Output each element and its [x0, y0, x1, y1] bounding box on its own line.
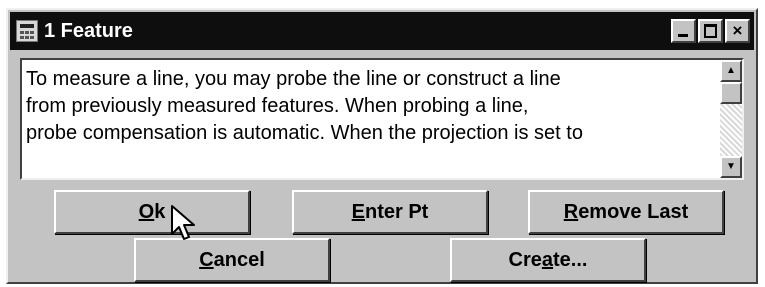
window-controls: ×	[671, 19, 750, 43]
cancel-label: ancel	[213, 248, 265, 271]
calculator-icon[interactable]	[16, 20, 38, 42]
create-prefix: Cre	[508, 248, 542, 271]
scroll-thumb[interactable]	[720, 82, 742, 104]
create-label: te...	[553, 248, 588, 271]
enter-pt-mnemonic: E	[351, 200, 365, 223]
close-icon: ×	[732, 21, 743, 40]
vertical-scrollbar[interactable]: ▲ ▼	[720, 60, 742, 178]
enter-pt-label: nter Pt	[365, 200, 429, 223]
ok-label: k	[154, 200, 166, 223]
remove-last-label: emove Last	[578, 200, 689, 223]
arrow-down-icon: ▼	[726, 161, 736, 172]
title-bar[interactable]: 1 Feature ×	[10, 12, 754, 50]
feature-dialog: 1 Feature × To measure a line, you may p…	[6, 8, 758, 284]
scroll-up-button[interactable]: ▲	[720, 60, 742, 82]
description-text: To measure a line, you may probe the lin…	[26, 68, 583, 144]
create-mnemonic: a	[541, 248, 554, 271]
ok-mnemonic: O	[138, 200, 155, 223]
maximize-button[interactable]	[698, 19, 723, 43]
ok-button[interactable]: Ok	[54, 190, 250, 234]
window-title: 1 Feature	[44, 19, 133, 42]
create-button[interactable]: Cre a te...	[450, 238, 646, 282]
mouse-cursor-icon	[171, 205, 195, 240]
scroll-down-button[interactable]: ▼	[720, 156, 742, 178]
minimize-button[interactable]	[671, 19, 696, 43]
enter-pt-button[interactable]: Enter Pt	[292, 190, 488, 234]
close-button[interactable]: ×	[725, 19, 750, 43]
remove-last-button[interactable]: Remove Last	[528, 190, 724, 234]
cancel-button[interactable]: Cancel	[134, 238, 330, 282]
arrow-up-icon: ▲	[726, 65, 736, 76]
cancel-mnemonic: C	[199, 248, 214, 271]
remove-last-mnemonic: R	[563, 200, 579, 223]
description-textbox[interactable]: To measure a line, you may probe the lin…	[20, 58, 744, 180]
